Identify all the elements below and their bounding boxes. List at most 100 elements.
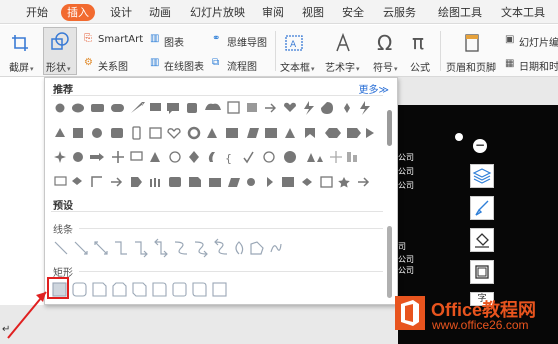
shape-user[interactable] — [247, 178, 255, 186]
shape-globe[interactable] — [92, 128, 102, 138]
shape-line[interactable] — [54, 241, 68, 255]
slide-number-button[interactable]: 幻灯片编 — [519, 34, 558, 49]
datetime-button[interactable]: 日期和时 — [519, 58, 558, 73]
shape-corner[interactable] — [91, 176, 102, 187]
shape-person[interactable] — [207, 128, 217, 138]
shape-edit[interactable] — [320, 176, 333, 188]
shape-lightning[interactable] — [304, 101, 314, 115]
shape-rect-frame[interactable] — [212, 282, 227, 297]
online-chart-button[interactable]: 在线图表 — [164, 58, 204, 73]
frame-button[interactable] — [470, 260, 494, 284]
shape-diamond-small[interactable] — [344, 103, 350, 113]
shape-picture[interactable] — [111, 128, 123, 138]
shape-group-people[interactable] — [150, 178, 160, 187]
shape-elbow-arrow[interactable] — [135, 241, 148, 258]
shape-arrow-right-3[interactable] — [358, 177, 370, 187]
shape-rect-round-one[interactable] — [152, 282, 167, 297]
shape-laptop[interactable] — [54, 176, 67, 186]
shape-plus[interactable] — [112, 151, 124, 163]
shape-block[interactable] — [226, 128, 238, 138]
shape-rect-2[interactable] — [265, 128, 277, 138]
shape-bookmark[interactable] — [305, 128, 315, 138]
shape-parallelogram[interactable] — [247, 128, 259, 138]
shape-snip-rect[interactable] — [187, 103, 197, 113]
shape-people[interactable] — [307, 153, 323, 162]
shape-circle-outline[interactable] — [169, 151, 181, 163]
shape-star4[interactable] — [54, 151, 66, 163]
shape-triangle-2[interactable] — [150, 152, 160, 162]
shape-cloud[interactable] — [205, 103, 221, 110]
shape-bars[interactable] — [347, 152, 357, 162]
shape-line-double-arrow[interactable] — [94, 241, 108, 255]
shape-diamond[interactable] — [189, 151, 199, 163]
mindmap-button[interactable]: 思维导图 — [227, 34, 267, 49]
selection-handle[interactable] — [455, 133, 463, 141]
minus-circle-icon[interactable]: − — [473, 139, 487, 153]
tab-slideshow[interactable]: 幻灯片放映 — [190, 5, 245, 21]
shape-elbow-connector[interactable] — [115, 241, 127, 255]
shape-freeform[interactable] — [250, 241, 264, 255]
shape-rhombus[interactable] — [302, 178, 312, 186]
shape-arrow-diagonal[interactable] — [131, 102, 145, 113]
shape-frame[interactable] — [227, 101, 240, 114]
shape-moon[interactable] — [208, 152, 215, 162]
shape-callout-rect[interactable] — [91, 104, 104, 112]
scrollbar-thumb-preset[interactable] — [387, 226, 392, 298]
shape-triangle[interactable] — [55, 128, 65, 137]
shape-donut[interactable] — [187, 126, 201, 140]
relation-button[interactable]: 关系图 — [98, 58, 128, 73]
header-footer-button[interactable]: 页眉和页脚 — [446, 59, 496, 74]
layers-button[interactable] — [470, 164, 494, 188]
chart-button[interactable]: 图表 — [164, 34, 184, 49]
smartart-button[interactable]: SmartArt — [98, 34, 143, 45]
shape-skewed[interactable] — [228, 178, 240, 187]
shape-elbow-double-arrow[interactable] — [154, 238, 168, 258]
shape-square[interactable] — [282, 177, 294, 187]
shape-block-arrow[interactable] — [90, 153, 104, 161]
shape-pentagon[interactable] — [285, 128, 295, 138]
shape-line-arrow[interactable] — [74, 241, 88, 255]
shape-rect-snip-diagonal[interactable] — [132, 282, 147, 297]
tab-text-tools[interactable]: 文本工具 — [501, 5, 545, 21]
brush-button[interactable] — [470, 196, 494, 220]
fill-button[interactable] — [470, 228, 494, 252]
shape-arrow-right-2[interactable] — [111, 177, 123, 187]
scrollbar-thumb[interactable] — [387, 110, 392, 146]
wordart-button[interactable]: 艺术字▾ — [325, 59, 360, 74]
screenshot-button[interactable]: 截屏▾ — [9, 59, 34, 74]
tab-animation[interactable]: 动画 — [149, 5, 171, 21]
shape-rectangle[interactable] — [73, 128, 83, 138]
shape-speech-oval[interactable] — [72, 103, 84, 113]
shape-phone[interactable] — [132, 126, 141, 140]
shape-brace[interactable]: { — [225, 152, 232, 165]
shape-rect-round-diagonal[interactable] — [192, 282, 207, 297]
shape-rounded-square[interactable] — [169, 177, 181, 187]
shape-rect-round-same-side[interactable] — [172, 282, 187, 297]
shape-hand[interactable] — [267, 177, 273, 187]
shape-check[interactable] — [243, 151, 254, 164]
shape-rect-snip-one[interactable] — [92, 282, 107, 297]
shape-heart[interactable] — [284, 102, 296, 112]
shape-square-outline[interactable] — [149, 127, 162, 139]
shape-pentagon-arrow[interactable] — [131, 177, 142, 187]
shape-chevron-rect[interactable] — [347, 128, 361, 138]
shape-document[interactable] — [247, 103, 257, 112]
shape-chevron-left[interactable] — [72, 177, 82, 185]
flowchart-button[interactable]: 流程图 — [227, 58, 257, 73]
tab-view[interactable]: 视图 — [302, 5, 324, 21]
shape-rect-rounded[interactable] — [72, 282, 87, 297]
shape-help[interactable] — [284, 151, 296, 163]
shape-heart-outline[interactable] — [167, 128, 181, 139]
shape-curved-double-arrow[interactable] — [214, 238, 228, 255]
symbol-button[interactable]: 符号▾ — [373, 59, 398, 74]
textbox-button[interactable]: 文本框▾ — [280, 59, 315, 74]
shape-drop[interactable] — [321, 102, 333, 114]
shape-star[interactable] — [338, 177, 350, 188]
tab-design[interactable]: 设计 — [110, 5, 132, 21]
tab-security[interactable]: 安全 — [342, 5, 364, 21]
tab-drawing-tools[interactable]: 绘图工具 — [438, 5, 482, 21]
tab-cloud[interactable]: 云服务 — [383, 5, 416, 21]
shape-oval[interactable] — [55, 103, 65, 113]
shape-rounded-rect[interactable] — [111, 104, 124, 112]
shape-scribble[interactable] — [270, 243, 282, 253]
